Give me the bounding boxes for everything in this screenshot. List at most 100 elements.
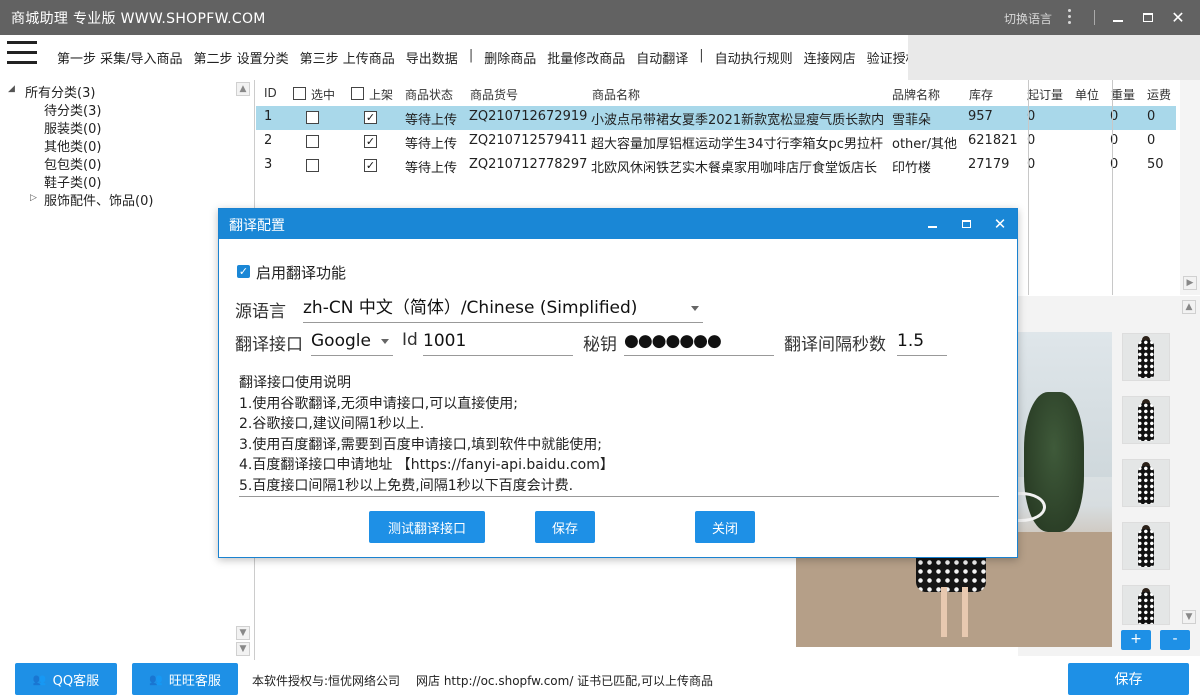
row-onshelf-checkbox[interactable]: ✓ (364, 111, 377, 124)
row-select-checkbox[interactable] (306, 111, 319, 124)
remove-image-button[interactable]: - (1160, 630, 1190, 650)
thumbnail[interactable] (1122, 522, 1170, 570)
column-divider (1112, 80, 1113, 295)
api-select[interactable]: Google (311, 328, 393, 356)
thumb-scroll-down-icon[interactable]: ▼ (1182, 610, 1196, 624)
menu-items: 第一步 采集/导入商品 第二步 设置分类 第三步 上传商品 导出数据 | 删除商… (57, 48, 930, 67)
add-image-button[interactable]: + (1121, 630, 1151, 650)
menu-delete[interactable]: 删除商品 (484, 48, 536, 67)
close-icon: ✕ (1171, 8, 1185, 27)
id-input[interactable]: 1001 (423, 328, 573, 356)
onshelf-all-checkbox[interactable] (351, 87, 364, 100)
thumbnail[interactable] (1122, 585, 1170, 625)
wangwang-support-button[interactable]: 👥 旺旺客服 (132, 663, 238, 695)
cell-status: 等待上传 (405, 161, 458, 176)
minimize-button[interactable] (1103, 0, 1133, 35)
cell-stock: 621821 (968, 133, 1018, 148)
col-min-order[interactable]: 起订量 (1027, 86, 1063, 103)
source-language-select[interactable]: zh-CN 中文（简体）/Chinese (Simplified) (303, 295, 703, 323)
api-label: 翻译接口 (235, 335, 303, 355)
row-onshelf-checkbox[interactable]: ✓ (364, 135, 377, 148)
collapsed-arrow-icon[interactable]: ▷ (30, 193, 37, 203)
scroll-end-icon[interactable]: ▼ (236, 642, 250, 656)
col-sku[interactable]: 商品货号 (470, 86, 518, 103)
col-onshelf[interactable]: 上架 (369, 86, 393, 103)
table-row[interactable]: 2 ✓ 等待上传 ZQ210712579411 超大容量加厚铝框运动学生34寸行… (256, 130, 1198, 154)
row-select-checkbox[interactable] (306, 135, 319, 148)
menu-step1-collect[interactable]: 第一步 采集/导入商品 (57, 48, 183, 67)
cell-id: 1 (264, 109, 273, 124)
qq-support-button[interactable]: 👥 QQ客服 (15, 663, 117, 695)
cell-sku: ZQ210712672919 (469, 109, 588, 124)
col-status[interactable]: 商品状态 (405, 86, 453, 103)
menu-connect-shop[interactable]: 连接网店 (804, 48, 856, 67)
dialog-close-button[interactable]: ✕ (985, 209, 1015, 239)
shop-status-text: 网店 http://oc.shopfw.com/ 证书已匹配,可以上传商品 (416, 674, 713, 688)
cell-shipping: 50 (1147, 157, 1164, 172)
switch-language-link[interactable]: 切换语言 (1004, 10, 1052, 27)
wangwang-support-label: 旺旺客服 (168, 673, 221, 689)
more-vertical-icon[interactable] (1063, 7, 1075, 27)
tree-item[interactable]: 待分类(3) (44, 100, 101, 119)
thumb-figure (1138, 592, 1154, 624)
expanded-arrow-icon[interactable]: ◢ (8, 84, 15, 94)
minimize-icon (927, 226, 937, 228)
tree-item[interactable]: 服装类(0) (44, 118, 101, 137)
secret-key-input[interactable]: ●●●●●●● (624, 328, 774, 356)
chevron-down-icon (691, 306, 699, 311)
col-shipping[interactable]: 运费 (1147, 86, 1171, 103)
test-api-button[interactable]: 测试翻译接口 (369, 511, 485, 543)
table-row[interactable]: 1 ✓ 等待上传 ZQ210712672919 小波点吊带裙女夏季2021新款宽… (256, 106, 1198, 130)
maximize-button[interactable] (1133, 0, 1163, 35)
menu-step2-category[interactable]: 第二步 设置分类 (194, 48, 289, 67)
scroll-up-icon[interactable]: ▲ (236, 82, 250, 96)
dialog-maximize-button[interactable] (951, 209, 981, 239)
toolbar-empty-area (908, 35, 1200, 80)
table-scrollbar[interactable]: ▶ (1180, 80, 1200, 295)
thumbnail[interactable] (1122, 333, 1170, 381)
row-onshelf-checkbox[interactable]: ✓ (364, 159, 377, 172)
scroll-down-icon[interactable]: ▼ (236, 626, 250, 640)
tree-item[interactable]: 鞋子类(0) (44, 172, 101, 191)
cell-name: 北欧风休闲铁艺实木餐桌家用咖啡店厅食堂饭店长 (591, 161, 878, 176)
column-divider (1028, 80, 1029, 295)
notes-underline (239, 496, 999, 497)
col-stock[interactable]: 库存 (969, 86, 993, 103)
tree-item[interactable]: 包包类(0) (44, 154, 101, 173)
scroll-right-icon[interactable]: ▶ (1183, 276, 1197, 290)
cell-stock: 957 (968, 109, 993, 124)
col-unit[interactable]: 单位 (1075, 86, 1099, 103)
col-name[interactable]: 商品名称 (592, 86, 640, 103)
thumb-figure (1138, 466, 1154, 504)
dialog-save-button[interactable]: 保存 (535, 511, 595, 543)
col-weight[interactable]: 重量 (1111, 86, 1135, 103)
translation-config-dialog: 翻译配置 ✕ ✓ 启用翻译功能 源语言 zh-CN 中文（简体）/Chinese… (218, 208, 1018, 558)
thumbnail[interactable] (1122, 396, 1170, 444)
table-row[interactable]: 3 ✓ 等待上传 ZQ210712778297 北欧风休闲铁艺实木餐桌家用咖啡店… (256, 154, 1198, 178)
license-text: 本软件授权与:恒优网络公司 (252, 674, 401, 688)
main-save-button[interactable]: 保存 (1068, 663, 1189, 695)
col-brand[interactable]: 品牌名称 (892, 86, 940, 103)
select-all-checkbox[interactable] (293, 87, 306, 100)
enable-translation-checkbox[interactable]: ✓ (237, 265, 250, 278)
menu-auto-rules[interactable]: 自动执行规则 (715, 48, 793, 67)
menu-auto-translate[interactable]: 自动翻译 (636, 48, 688, 67)
thumbnail[interactable] (1122, 459, 1170, 507)
row-select-checkbox[interactable] (306, 159, 319, 172)
col-id[interactable]: ID (264, 86, 277, 100)
main-menubar: 第一步 采集/导入商品 第二步 设置分类 第三步 上传商品 导出数据 | 删除商… (0, 35, 919, 77)
col-select[interactable]: 选中 (311, 86, 335, 103)
menu-batch-edit[interactable]: 批量修改商品 (547, 48, 625, 67)
menu-separator: | (468, 48, 474, 63)
hamburger-menu-icon[interactable] (7, 41, 37, 67)
dialog-minimize-button[interactable] (917, 209, 947, 239)
thumb-scroll-up-icon[interactable]: ▲ (1182, 300, 1196, 314)
cell-shipping: 0 (1147, 109, 1156, 124)
menu-export[interactable]: 导出数据 (406, 48, 458, 67)
close-window-button[interactable]: ✕ (1163, 0, 1193, 35)
menu-step3-upload[interactable]: 第三步 上传商品 (300, 48, 395, 67)
tree-item[interactable]: 其他类(0) (44, 136, 101, 155)
interval-input[interactable]: 1.5 (897, 328, 947, 356)
id-label: Id (402, 330, 418, 350)
dialog-close-text-button[interactable]: 关闭 (695, 511, 755, 543)
